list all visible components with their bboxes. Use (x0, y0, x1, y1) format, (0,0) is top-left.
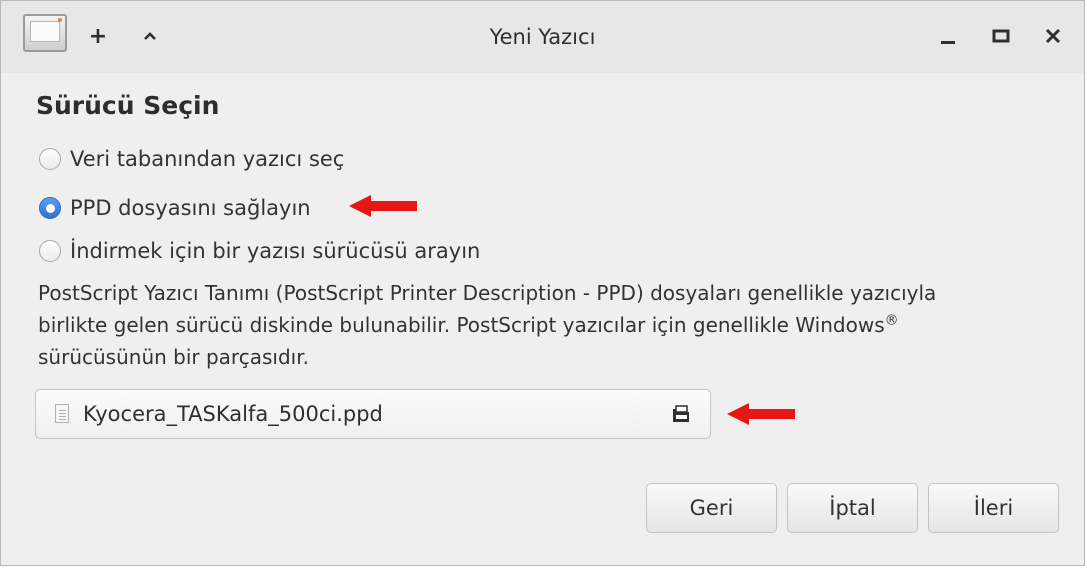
option-database-label: Veri tabanından yazıcı seç (70, 147, 345, 171)
option-ppd-file[interactable]: PPD dosyasını sağlayın (39, 193, 311, 223)
option-database[interactable]: Veri tabanından yazıcı seç (39, 144, 344, 174)
dialog-buttons: Geri İptal İleri (646, 483, 1059, 533)
minimize-button[interactable] (936, 21, 960, 51)
radio-database[interactable] (39, 148, 61, 170)
dialog-content: Sürücü Seçin Veri tabanından yazıcı seç … (1, 73, 1084, 565)
title-bar: + Yeni Yazıcı (1, 1, 1084, 73)
option-search-driver-label: İndirmek için bir yazısı sürücüsü arayın (70, 239, 481, 263)
next-button[interactable]: İleri (928, 483, 1059, 533)
radio-ppd-file[interactable] (39, 197, 61, 219)
maximize-icon (992, 29, 1010, 43)
close-icon (1045, 28, 1061, 44)
document-icon (55, 404, 69, 423)
red-arrow-annotation (727, 403, 795, 425)
option-search-driver[interactable]: İndirmek için bir yazısı sürücüsü arayın (39, 236, 480, 266)
new-printer-dialog: + Yeni Yazıcı Sürücü Seçin Veri tabanınd… (0, 0, 1085, 566)
description-line-3: sürücüsünün bir parçasıdır. (38, 345, 309, 369)
ppd-file-chooser[interactable]: Kyocera_TASKalfa_500ci.ppd (35, 389, 711, 439)
option-ppd-file-label: PPD dosyasını sağlayın (70, 196, 311, 220)
trademark-symbol: ® (884, 312, 899, 329)
close-button[interactable] (1041, 21, 1065, 51)
description-line-2: birlikte gelen sürücü diskinde bulunabil… (38, 313, 885, 337)
red-arrow-annotation (349, 195, 417, 217)
cancel-button[interactable]: İptal (787, 483, 918, 533)
minimize-icon (941, 41, 955, 44)
ppd-file-name: Kyocera_TASKalfa_500ci.ppd (83, 402, 383, 426)
window-title: Yeni Yazıcı (489, 25, 596, 49)
open-folder-icon[interactable] (670, 403, 692, 425)
maximize-button[interactable] (989, 21, 1013, 51)
page-heading: Sürücü Seçin (36, 91, 220, 120)
description-line-1: PostScript Yazıcı Tanımı (PostScript Pri… (38, 281, 937, 305)
back-button[interactable]: Geri (646, 483, 777, 533)
ppd-description: PostScript Yazıcı Tanımı (PostScript Pri… (38, 277, 1048, 373)
radio-search-driver[interactable] (39, 240, 61, 262)
